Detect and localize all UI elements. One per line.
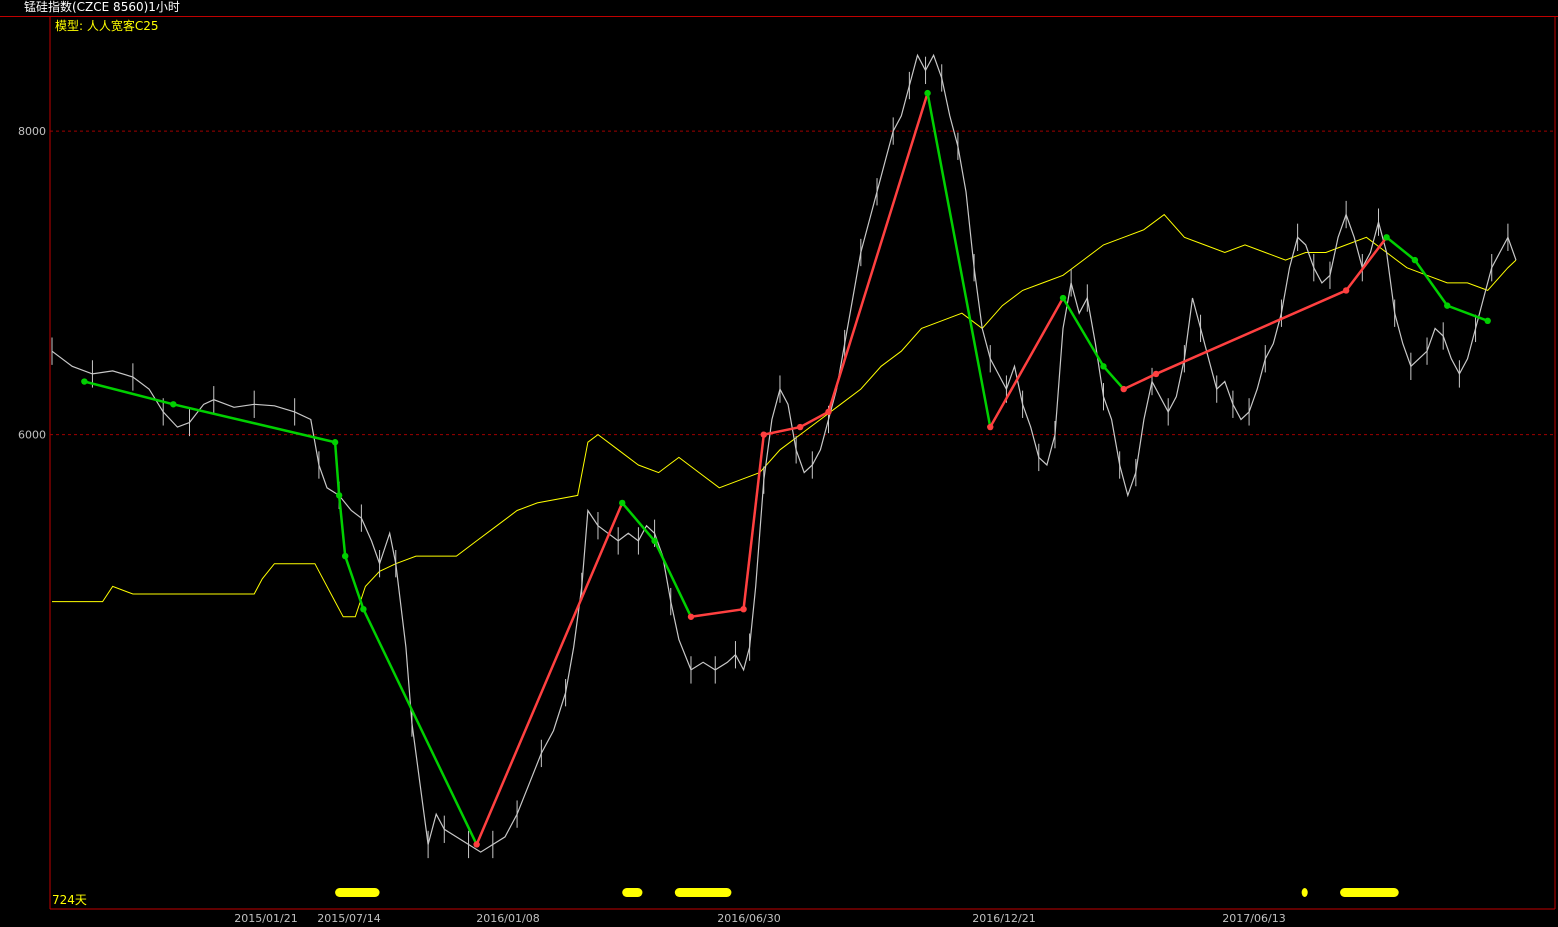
x-tick-label-5: 2017/06/13: [1222, 912, 1285, 925]
swing-point: [1342, 287, 1350, 294]
swing-segment: [1345, 236, 1388, 292]
swing-point: [1444, 302, 1451, 309]
swing-point: [1383, 234, 1390, 241]
swing-segment: [926, 92, 992, 428]
swing-segment: [1102, 365, 1125, 390]
price-line: [51, 53, 1517, 853]
x-tick-label-3: 2016/06/30: [717, 912, 780, 925]
bottom-markers: [335, 888, 1399, 897]
chart-frame: [49, 17, 1556, 910]
bottom-marker: [1301, 888, 1308, 897]
swing-segment: [799, 410, 830, 429]
swing-point: [81, 378, 88, 385]
swing-point: [1059, 294, 1067, 302]
average-series: [52, 213, 1517, 618]
bottom-marker: [674, 888, 732, 897]
bottom-marker: [335, 888, 380, 897]
swing-point: [687, 613, 695, 620]
swing-segment: [1061, 297, 1105, 367]
swing-segment: [1385, 236, 1416, 262]
chart-area[interactable]: 60008000 2015/01/21 2015/07/14 2016/01/08 2…: [0, 0, 1558, 927]
swing-point: [1411, 256, 1419, 264]
swing-point: [619, 499, 626, 507]
swing-point: [360, 605, 367, 613]
swing-point: [796, 423, 804, 431]
model-label: 模型: 人人宽客C25: [55, 18, 159, 33]
swing-segment: [84, 380, 174, 406]
swing-segment: [337, 495, 347, 557]
days-label: 724天: [52, 893, 87, 907]
swing-segment: [333, 442, 341, 496]
swing-point: [331, 439, 339, 446]
swing-point: [924, 89, 931, 97]
grid-lines: [50, 130, 1555, 436]
x-tick-label-1: 2015/07/14: [317, 912, 380, 925]
swing-point: [1484, 317, 1491, 325]
swing-point: [342, 552, 349, 560]
swing-segment: [362, 608, 478, 846]
swing-point: [651, 537, 658, 545]
swing-point: [1120, 385, 1127, 393]
y-tick-label-0: 6000: [18, 429, 46, 442]
average-line: [52, 213, 1517, 618]
x-tick-label-0: 2015/01/21: [234, 912, 297, 925]
swing-point: [170, 401, 177, 408]
y-tick-label-1: 8000: [18, 125, 46, 138]
swing-point: [1100, 363, 1107, 370]
swing-segment: [763, 425, 801, 436]
swing-segment: [690, 607, 744, 619]
bottom-marker: [622, 888, 643, 897]
swing-segment: [827, 92, 929, 413]
x-tick-label-4: 2016/12/21: [972, 912, 1035, 925]
swing-point: [1152, 370, 1160, 378]
swing-segment: [1155, 289, 1347, 376]
swing-point: [740, 605, 747, 613]
swing-segment: [989, 297, 1065, 428]
x-axis-ticks: 2015/01/21 2015/07/14 2016/01/08 2016/06/30…: [234, 912, 1285, 925]
price-series: [51, 53, 1517, 859]
swing-segment: [1446, 304, 1489, 322]
swing-lines: [81, 89, 1491, 848]
swing-segment: [475, 502, 624, 845]
swing-point: [825, 408, 832, 416]
y-axis-ticks: 6000 8000: [18, 125, 46, 442]
bottom-marker: [1340, 888, 1399, 897]
swing-segment: [653, 540, 693, 618]
swing-point: [335, 492, 343, 499]
x-tick-label-2: 2016/01/08: [476, 912, 539, 925]
swing-point: [987, 423, 994, 431]
swing-point: [760, 431, 767, 438]
swing-segment: [1413, 259, 1449, 307]
swing-segment: [344, 555, 365, 610]
swing-point: [473, 841, 480, 848]
